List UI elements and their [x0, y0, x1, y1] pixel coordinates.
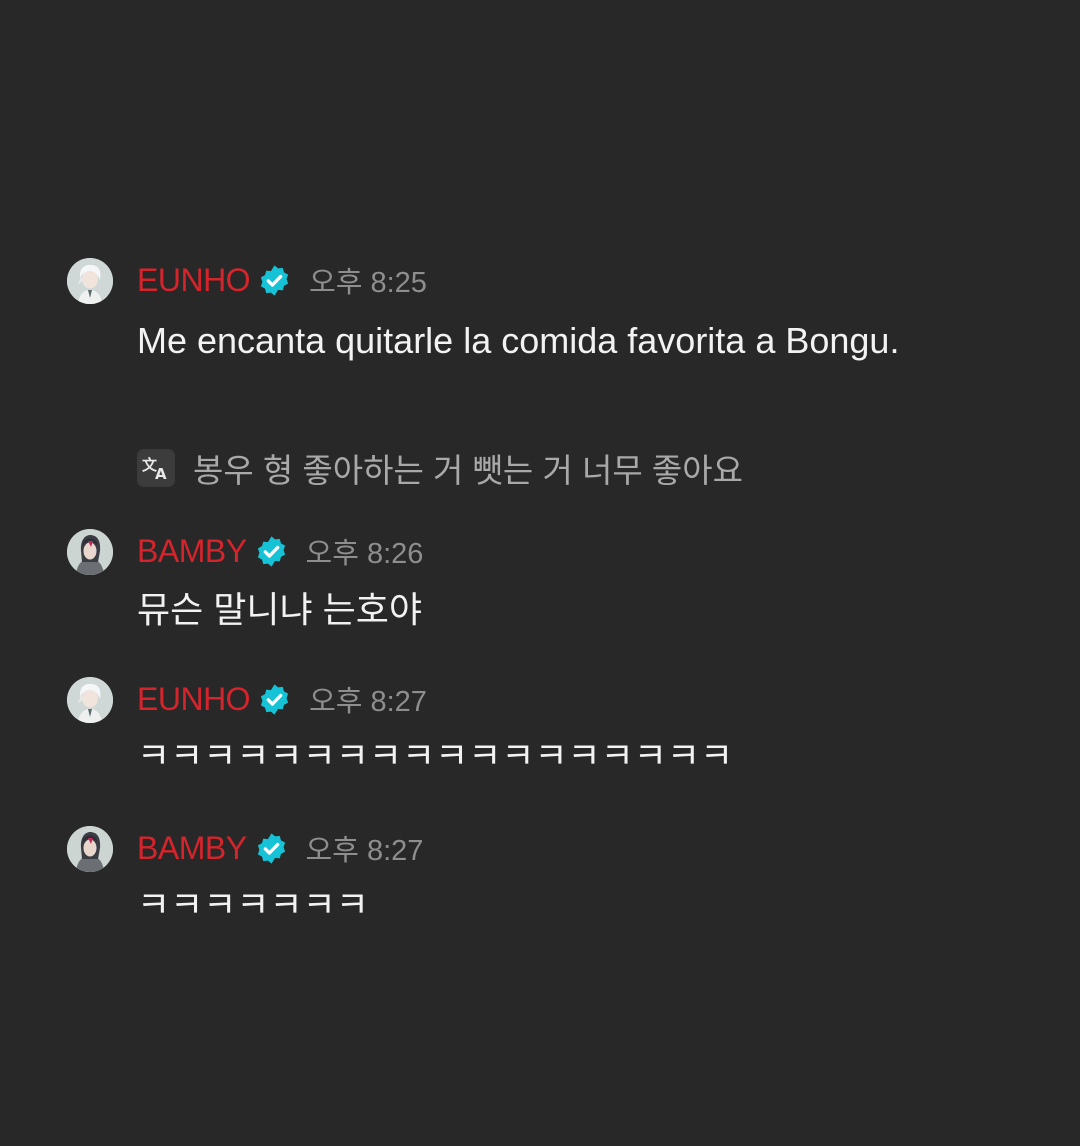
message-time: 오후 8:27: [309, 686, 427, 718]
message-header: EUNHO 오후 8:27: [137, 679, 427, 719]
author-name[interactable]: BAMBY: [137, 830, 247, 867]
translate-icon[interactable]: 文 A: [137, 449, 175, 487]
avatar-bamby[interactable]: [67, 826, 113, 872]
message-text: Me encanta quitarle la comida favorita a…: [137, 320, 900, 361]
message-time: 오후 8:26: [305, 538, 424, 570]
translation-text: 봉우 형 좋아하는 거 뺏는 거 너무 좋아요: [193, 452, 743, 489]
avatar-eunho[interactable]: [67, 677, 113, 723]
message-time: 오후 8:25: [309, 267, 427, 299]
author-name[interactable]: EUNHO: [137, 681, 251, 718]
message-header: BAMBY 오후 8:26: [137, 531, 423, 571]
verified-badge-icon: [258, 683, 291, 716]
message-text: ㅋㅋㅋㅋㅋㅋㅋㅋㅋㅋㅋㅋㅋㅋㅋㅋㅋㅋ: [137, 735, 734, 776]
message-time: 오후 8:27: [305, 835, 424, 867]
verified-badge-icon: [258, 264, 291, 297]
translation-row: 文 A 봉우 형 좋아하는 거 뺏는 거 너무 좋아요: [137, 448, 743, 489]
avatar-eunho[interactable]: [67, 258, 113, 304]
message-header: EUNHO 오후 8:25: [137, 260, 427, 300]
message-text: 뮤슨 말니냐 는호야: [137, 589, 422, 630]
verified-badge-icon: [255, 535, 288, 568]
author-name[interactable]: BAMBY: [137, 533, 247, 570]
verified-badge-icon: [255, 832, 288, 865]
author-name[interactable]: EUNHO: [137, 262, 251, 299]
chat-log: EUNHO 오후 8:25 Me encanta quitarle la com…: [0, 0, 1080, 1146]
message-header: BAMBY 오후 8:27: [137, 828, 423, 868]
svg-text:A: A: [155, 465, 167, 481]
message-text: ㅋㅋㅋㅋㅋㅋㅋ: [137, 884, 369, 925]
avatar-bamby[interactable]: [67, 529, 113, 575]
